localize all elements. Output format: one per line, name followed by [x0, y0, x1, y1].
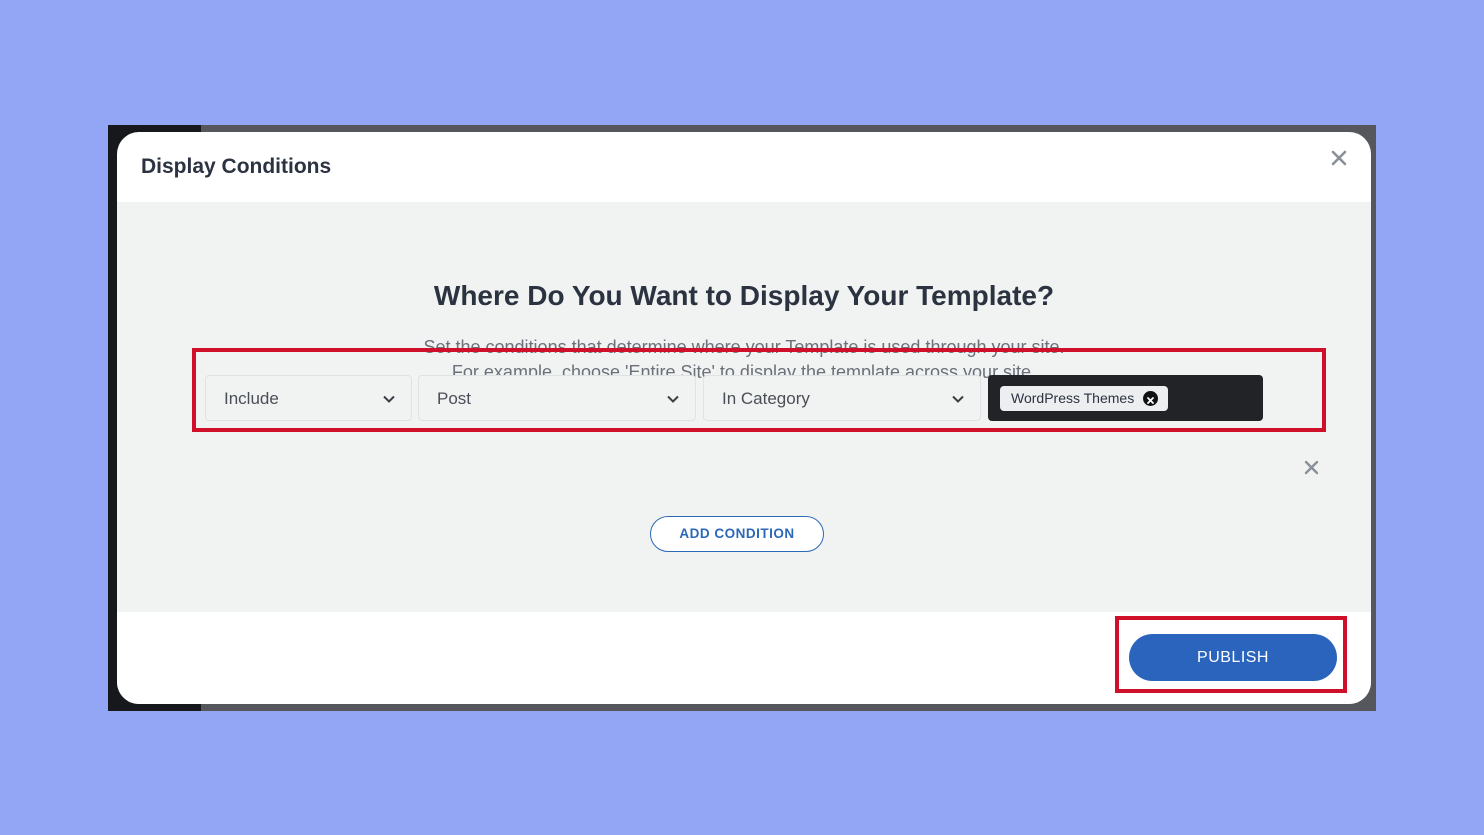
chevron-down-icon — [665, 391, 681, 407]
condition-row-highlight: Include Post In Category WordPress Theme… — [192, 348, 1326, 432]
close-circle-icon[interactable] — [1143, 391, 1159, 406]
condition-type-value: Include — [224, 389, 279, 408]
conditions-heading: Where Do You Want to Display Your Templa… — [433, 280, 1055, 311]
remove-condition-icon[interactable] — [1304, 460, 1319, 475]
modal-header: Display Conditions — [117, 132, 1371, 202]
chevron-down-icon — [950, 391, 966, 407]
display-conditions-modal: Display Conditions Where Do You Want to … — [117, 132, 1371, 704]
category-tags-input[interactable]: WordPress Themes — [988, 375, 1263, 421]
condition-object-value: Post — [437, 389, 472, 408]
condition-sub-select[interactable]: In Category — [703, 375, 981, 421]
condition-sub-value: In Category — [722, 389, 810, 408]
condition-type-select[interactable]: Include — [205, 375, 412, 421]
close-icon[interactable] — [1329, 148, 1349, 168]
category-tag: WordPress Themes — [1000, 386, 1169, 411]
add-condition-button[interactable]: ADD CONDITION — [650, 516, 824, 552]
category-tag-label: WordPress Themes — [1011, 390, 1135, 406]
chevron-down-icon — [381, 391, 397, 407]
condition-object-select[interactable]: Post — [418, 375, 696, 421]
publish-button[interactable]: PUBLISH — [1129, 634, 1337, 681]
modal-title: Display Conditions — [141, 155, 332, 178]
